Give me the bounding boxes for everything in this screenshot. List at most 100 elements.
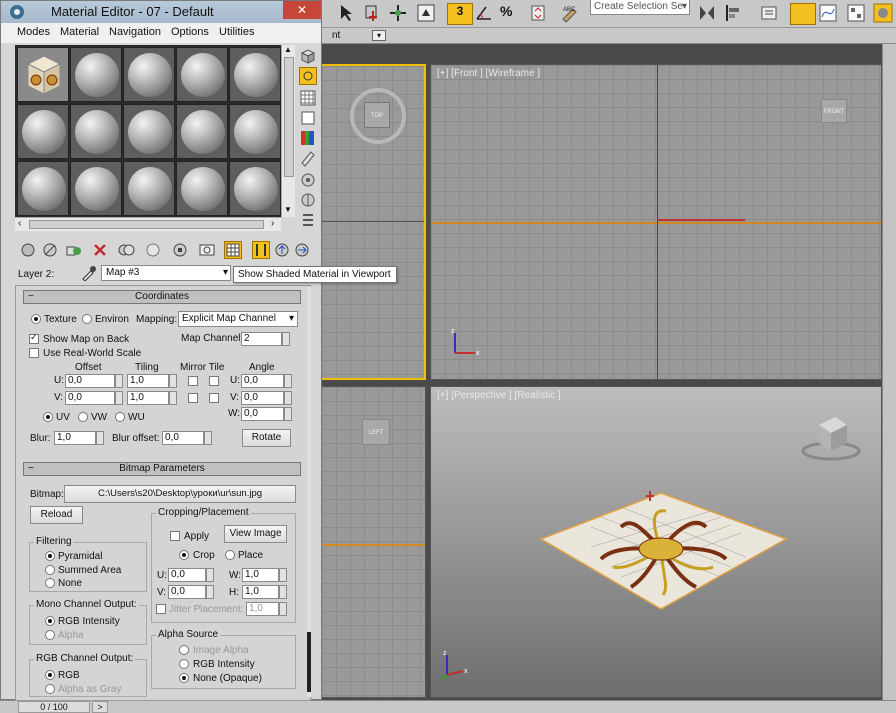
sample-slot-11[interactable] [17,161,69,216]
slots-vertical-scrollbar[interactable]: ▲ ▼ [281,45,295,217]
uv-radio[interactable] [43,412,53,422]
sample-slot-10[interactable] [229,104,281,159]
sample-slot-12[interactable] [70,161,122,216]
material-editor-window[interactable]: Material Editor - 07 - Default ✕ Modes M… [0,0,397,701]
mirror-icon[interactable] [697,3,717,23]
rgb-intensity-radio[interactable] [45,616,55,626]
sample-type-icon[interactable] [299,47,317,65]
viewcube-front[interactable]: FRONT [821,99,847,123]
left-viewport[interactable]: LEFT [322,386,426,698]
panel-scrollbar[interactable] [307,287,311,697]
time-slider-thumb[interactable]: 0 / 100 [18,701,90,713]
sample-slot-7[interactable] [70,104,122,159]
spinner-snap-icon[interactable] [528,3,548,23]
sample-slot-8[interactable] [123,104,175,159]
wu-radio[interactable] [115,412,125,422]
top-viewport[interactable]: TOP [322,64,426,380]
bitmap-parameters-rollout-header[interactable]: − Bitmap Parameters [23,462,301,476]
reload-button[interactable]: Reload [30,506,83,524]
assign-material-icon[interactable] [65,241,83,259]
view-image-button[interactable]: View Image [224,525,287,543]
place-radio[interactable] [225,550,235,560]
jitter-placement-spinner[interactable]: 1,0 [246,602,287,616]
slots-horizontal-scrollbar[interactable]: ‹ › [15,217,281,231]
rotate-button[interactable]: Rotate [242,429,291,447]
environ-radio[interactable] [82,314,92,324]
texture-radio[interactable] [31,314,41,324]
viewcube-perspective[interactable] [801,407,861,463]
sample-slot-15[interactable] [229,161,281,216]
textured-plane[interactable] [531,487,791,617]
align-icon[interactable] [724,3,744,23]
sample-slot-2[interactable] [70,47,122,102]
material-id-channel-icon[interactable] [198,241,216,259]
sample-slot-9[interactable] [176,104,228,159]
crop-radio[interactable] [179,550,189,560]
angle-snap-icon[interactable] [474,3,494,23]
next-frame-button[interactable]: > [92,701,108,713]
sample-slot-13[interactable] [123,161,175,216]
viewcube-left[interactable]: LEFT [362,419,390,445]
backlight-button[interactable] [299,67,317,85]
menu-modes[interactable]: Modes [17,26,50,38]
crop-h-spinner[interactable]: 1,0 [242,585,287,599]
offset-u-spinner[interactable]: 0,0 [65,374,123,388]
sample-uv-tiling-icon[interactable] [299,109,317,127]
time-slider[interactable]: 0 / 100 > [0,700,896,713]
layer-manager-icon[interactable] [760,3,780,23]
select-icon[interactable] [335,3,355,23]
tile-v-checkbox[interactable] [209,393,219,403]
go-to-parent-icon[interactable] [273,241,291,259]
coordinates-rollout-header[interactable]: − Coordinates [23,290,301,304]
panel-scrollbar-thumb[interactable] [307,632,311,692]
perspective-viewport-label[interactable]: [+] [Perspective ] [Realistic ] [437,390,561,401]
blur-offset-spinner[interactable]: 0,0 [162,431,212,445]
menu-utilities[interactable]: Utilities [219,26,254,38]
pyramidal-radio[interactable] [45,551,55,561]
scene-explorer-button[interactable] [790,3,816,25]
perspective-viewport[interactable]: [+] [Perspective ] [Realistic ] zx [430,386,882,698]
get-material-icon[interactable] [19,241,37,259]
crop-w-spinner[interactable]: 1,0 [242,568,287,582]
mirror-v-checkbox[interactable] [188,393,198,403]
percent-snap-button[interactable]: % [500,3,520,23]
video-color-check-icon[interactable] [299,129,317,147]
front-viewport[interactable]: [+] [Front ] [Wireframe ] FRONT zx [430,64,882,380]
select-move-icon[interactable] [363,3,383,23]
alpha-as-gray-radio[interactable] [45,684,55,694]
scrollbar-thumb[interactable] [284,57,294,177]
none-opaque-radio[interactable] [179,673,189,683]
edit-named-selection-icon[interactable]: ABC [560,3,580,23]
select-by-material-icon[interactable] [299,191,317,209]
map-name-field[interactable]: Map #3 ▾ [101,265,231,281]
use-real-world-scale-checkbox[interactable] [29,348,39,358]
menu-material[interactable]: Material [60,26,99,38]
rgb-radio[interactable] [45,670,55,680]
title-bar[interactable]: Material Editor - 07 - Default [1,1,321,23]
tiling-v-spinner[interactable]: 1,0 [127,391,177,405]
sample-slot-1[interactable] [17,47,69,102]
image-alpha-radio[interactable] [179,645,189,655]
show-end-result-button[interactable] [252,241,270,259]
sample-slot-5[interactable] [229,47,281,102]
crop-u-spinner[interactable]: 0,0 [168,568,214,582]
summed-area-radio[interactable] [45,565,55,575]
crop-v-spinner[interactable]: 0,0 [168,585,214,599]
move-icon[interactable] [388,3,408,23]
sample-slot-14[interactable] [176,161,228,216]
eyedropper-icon[interactable] [81,265,97,281]
mirror-u-checkbox[interactable] [188,376,198,386]
sample-slot-6[interactable] [17,104,69,159]
background-icon[interactable] [299,89,317,107]
mapping-dropdown[interactable]: Explicit Map Channel ▾ [178,311,298,327]
sample-slot-4[interactable] [176,47,228,102]
snap-toggle-button[interactable]: 3 [447,3,473,25]
front-viewport-label[interactable]: [+] [Front ] [Wireframe ] [437,68,540,79]
alpha-rgb-intensity-radio[interactable] [179,659,189,669]
close-button[interactable]: ✕ [283,1,321,19]
chevron-left-icon[interactable]: ‹ [18,218,21,229]
tile-u-checkbox[interactable] [209,376,219,386]
put-material-to-scene-icon[interactable] [41,241,59,259]
make-preview-icon[interactable] [299,149,317,167]
rotate-icon[interactable] [416,3,436,23]
